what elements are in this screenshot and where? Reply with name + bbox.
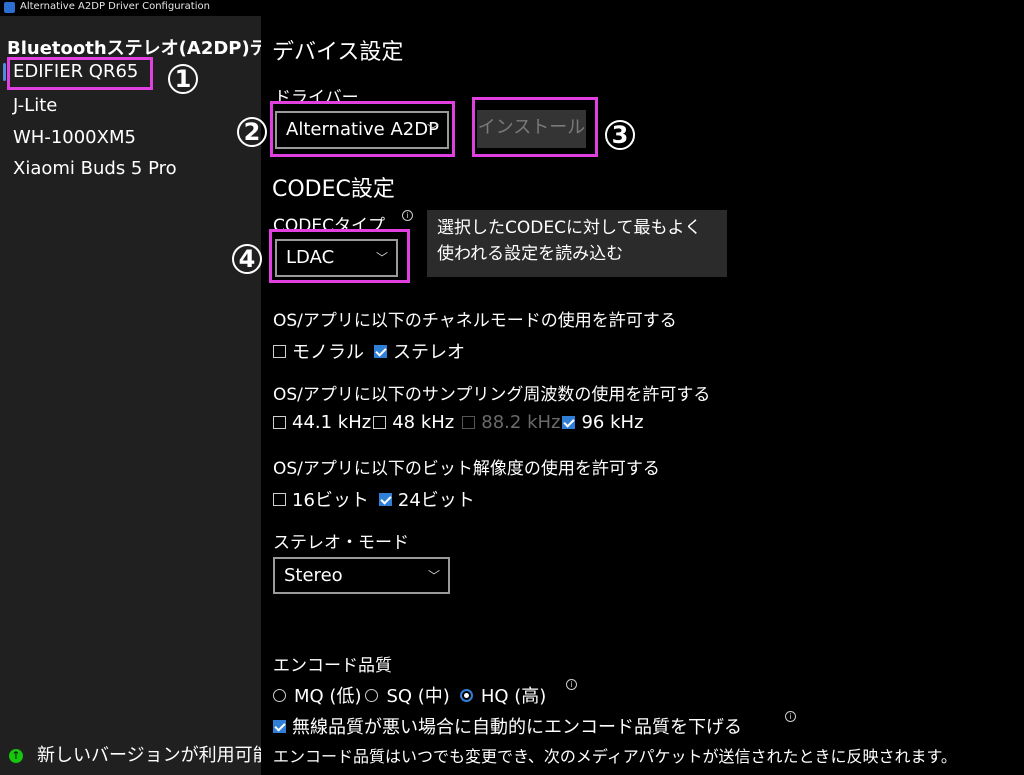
- device-settings-title: デバイス設定: [272, 40, 404, 65]
- selection-indicator: [3, 63, 6, 81]
- bit-24-checkbox[interactable]: [378, 492, 392, 506]
- stereo-mode-label: ステレオ・モード: [273, 533, 409, 553]
- channel-mode-label: OS/アプリに以下のチャネルモードの使用を許可する: [273, 311, 677, 331]
- update-notice-text: 新しいバージョンが利用可能: [37, 745, 261, 766]
- sampling-frequency-options: 44.1 kHz 48 kHz 88.2 kHz 96 kHz: [273, 412, 644, 433]
- channel-mode-options: モノラル ステレオ: [273, 338, 465, 364]
- sidebar-item-j-lite[interactable]: J-Lite: [13, 95, 57, 116]
- quality-mq-radio[interactable]: [273, 688, 286, 702]
- quality-hq-label: HQ (高): [480, 686, 547, 707]
- tooltip-line-2: 使われる設定を読み込む: [437, 244, 624, 264]
- arrow-up-icon: ↑: [9, 749, 23, 763]
- highlight-box-4: [269, 229, 410, 283]
- encode-quality-label: エンコード品質: [273, 656, 392, 676]
- tooltip-line-1: 選択したCODECに対して最もよく: [437, 218, 702, 238]
- codec-settings-title: CODEC設定: [272, 177, 395, 202]
- encode-quality-options: MQ (低) SQ (中) HQ (高): [273, 682, 546, 708]
- auto-lower-quality-row: 無線品質が悪い場合に自動的にエンコード品質を下げる: [273, 713, 742, 739]
- bit-depth-options: 16ビット 24ビット: [273, 486, 475, 512]
- sampling-44k-checkbox[interactable]: [273, 416, 286, 429]
- mono-checkbox[interactable]: [273, 344, 286, 358]
- sidebar-item-wh-1000xm5[interactable]: WH-1000XM5: [13, 127, 136, 148]
- quality-sq-label: SQ (中): [386, 686, 450, 707]
- annotation-number-4: 4: [232, 244, 262, 274]
- stereo-mode-select[interactable]: Stereo ﹀: [273, 557, 450, 594]
- sampling-96k-checkbox[interactable]: [562, 416, 576, 429]
- auto-lower-quality-label: 無線品質が悪い場合に自動的にエンコード品質を下げる: [292, 717, 742, 738]
- quality-hq-radio[interactable]: [459, 688, 473, 702]
- annotation-number-1: 1: [168, 64, 198, 94]
- chevron-down-icon: ﹀: [427, 569, 440, 583]
- sampling-96k-label: 96 kHz: [581, 412, 644, 433]
- title-bar: Alternative A2DP Driver Configuration: [0, 0, 1024, 16]
- info-icon[interactable]: i: [566, 679, 577, 690]
- highlight-box-2: [270, 101, 455, 157]
- sampling-frequency-label: OS/アプリに以下のサンプリング周波数の使用を許可する: [273, 385, 711, 405]
- bit-depth-label: OS/アプリに以下のビット解像度の使用を許可する: [273, 459, 660, 479]
- sampling-48k-label: 48 kHz: [392, 412, 455, 433]
- sampling-48k-checkbox[interactable]: [373, 416, 387, 429]
- stereo-mode-value: Stereo: [284, 565, 343, 586]
- codec-tooltip: 選択したCODECに対して最もよく 使われる設定を読み込む: [427, 210, 727, 277]
- sampling-88k-label: 88.2 kHz: [481, 412, 561, 433]
- annotation-number-2: 2: [237, 117, 267, 147]
- stereo-label: ステレオ: [393, 342, 465, 363]
- info-icon[interactable]: i: [785, 711, 796, 722]
- stereo-checkbox[interactable]: [374, 344, 387, 358]
- sampling-88k-checkbox[interactable]: [462, 416, 476, 429]
- quality-mq-label: MQ (低): [294, 686, 362, 707]
- auto-lower-quality-checkbox[interactable]: [273, 719, 286, 733]
- sampling-44k-label: 44.1 kHz: [292, 412, 372, 433]
- bit-16-label: 16ビット: [292, 490, 369, 511]
- window-title: Alternative A2DP Driver Configuration: [20, 1, 210, 12]
- app-icon: [4, 2, 15, 13]
- sidebar: Bluetoothステレオ(A2DP)デバ EDIFIER QR65 J-Lit…: [0, 16, 261, 775]
- highlight-box-1: [7, 57, 153, 90]
- quality-sq-radio[interactable]: [365, 688, 379, 702]
- info-icon[interactable]: i: [402, 210, 413, 221]
- highlight-box-3: [472, 97, 598, 157]
- update-notice[interactable]: ↑ 新しいバージョンが利用可能: [9, 741, 261, 767]
- bit-16-checkbox[interactable]: [273, 492, 286, 506]
- encode-quality-note: エンコード品質はいつでも変更でき、次のメディアパケットが送信されたときに反映され…: [273, 747, 957, 766]
- sidebar-item-xiaomi-buds-5-pro[interactable]: Xiaomi Buds 5 Pro: [13, 158, 177, 179]
- mono-label: モノラル: [292, 342, 364, 363]
- bit-24-label: 24ビット: [397, 490, 475, 511]
- annotation-number-3: 3: [605, 120, 635, 150]
